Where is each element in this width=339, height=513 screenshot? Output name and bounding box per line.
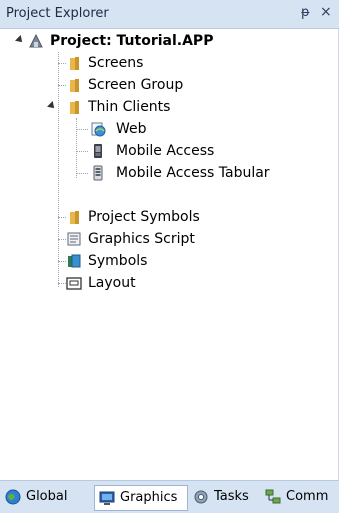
monitor-icon [99, 491, 115, 505]
tab-global[interactable]: Global [4, 485, 88, 509]
folder-icon [70, 57, 79, 70]
tab-comm-label: Comm [286, 489, 329, 504]
tree-line [76, 173, 88, 174]
folder-icon [70, 79, 79, 92]
project-root-label: Project: Tutorial.APP [50, 33, 214, 49]
web-page-icon [91, 122, 106, 137]
collapse-arrow-icon[interactable] [47, 101, 57, 111]
panel-tab-bar: Global Graphics Tasks Comm [0, 480, 339, 513]
panel-titlebar: Project Explorer ᵽ × [0, 0, 339, 29]
tree-line [58, 217, 66, 218]
panel-title: Project Explorer [6, 6, 109, 21]
mobile-access-label: Mobile Access [116, 143, 215, 159]
tree-line [58, 63, 66, 64]
tree-line [76, 118, 77, 178]
layout-label: Layout [88, 275, 136, 291]
project-icon [29, 33, 43, 48]
graphics-script-label: Graphics Script [88, 231, 195, 247]
symbols-label: Symbols [88, 253, 148, 269]
tree-line [58, 239, 66, 240]
tree-line [76, 129, 88, 130]
symbols-library-icon [68, 254, 81, 268]
script-icon [67, 232, 81, 246]
tab-graphics-label: Graphics [120, 490, 178, 505]
folder-icon [70, 101, 79, 114]
pin-icon[interactable]: ᵽ [301, 5, 310, 20]
close-icon[interactable]: × [320, 4, 332, 20]
tab-global-label: Global [26, 489, 68, 504]
project-symbols-label: Project Symbols [88, 209, 200, 225]
mobile-access-tabular-label: Mobile Access Tabular [116, 165, 270, 181]
screens-label: Screens [88, 55, 144, 71]
mobile-tabular-icon [93, 165, 103, 181]
tab-tasks-label: Tasks [214, 489, 249, 504]
mobile-device-icon [94, 144, 102, 158]
screen-group-label: Screen Group [88, 77, 184, 93]
tree-line [58, 85, 66, 86]
thin-clients-label: Thin Clients [88, 99, 171, 115]
network-icon [265, 489, 281, 504]
tree-line [58, 261, 66, 262]
globe-icon [5, 489, 21, 505]
gear-icon [194, 490, 208, 504]
tab-graphics[interactable]: Graphics [94, 485, 188, 511]
layout-icon [66, 277, 82, 290]
tab-tasks[interactable]: Tasks [192, 485, 258, 509]
tree-line [58, 52, 59, 287]
project-explorer-panel: Project Explorer ᵽ × Project: Tutorial.A… [0, 0, 339, 513]
collapse-arrow-icon[interactable] [15, 35, 25, 45]
folder-icon [70, 211, 79, 224]
project-tree: Project: Tutorial.APP Screens Screen Gro… [0, 30, 339, 446]
web-label: Web [116, 121, 147, 137]
tree-line [58, 283, 66, 284]
tab-comm[interactable]: Comm [264, 485, 336, 509]
tree-line [76, 151, 88, 152]
